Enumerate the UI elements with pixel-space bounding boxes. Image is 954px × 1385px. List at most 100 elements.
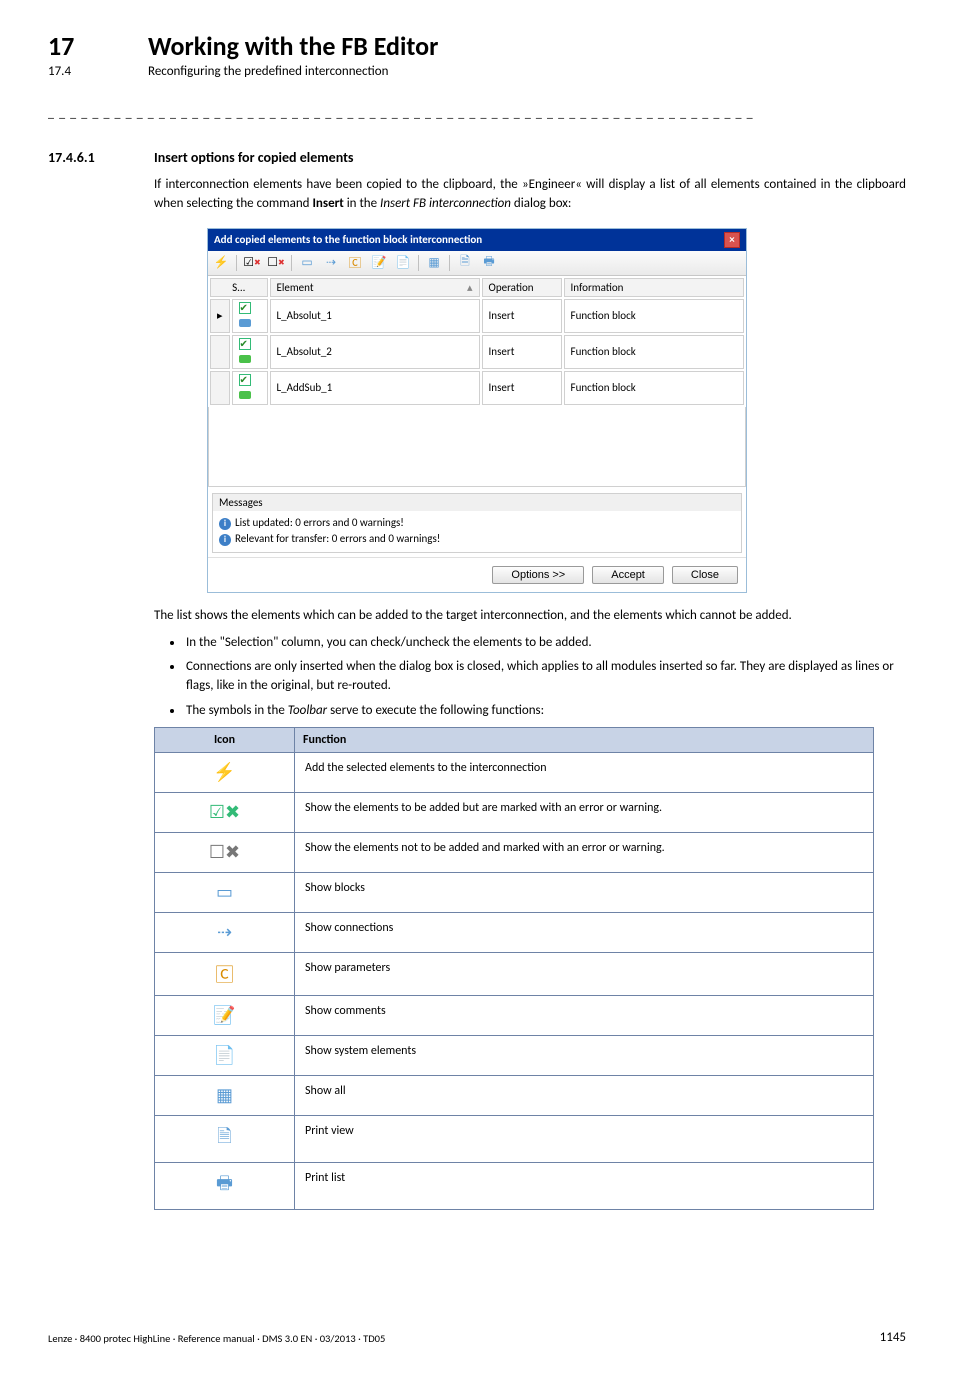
- function-cell: Show connections: [295, 912, 874, 952]
- show-connections-icon: ⇢: [217, 921, 232, 943]
- icon-cell: 📄: [155, 1035, 295, 1075]
- cell-element: L_Absolut_1: [270, 299, 480, 333]
- cell-element: L_Absolut_2: [270, 335, 480, 369]
- icon-cell: ⚡: [155, 752, 295, 792]
- table-row: ⚡ Add the selected elements to the interc…: [155, 752, 874, 792]
- show-add-warning-icon: ☑✖: [209, 801, 240, 823]
- all-icon[interactable]: ▦: [425, 254, 443, 272]
- cell-element: L_AddSub_1: [270, 371, 480, 405]
- b3-post: serve to execute the following functions…: [327, 703, 544, 718]
- th-function: Function: [295, 727, 874, 752]
- paragraph-intro: If interconnection elements have been co…: [154, 176, 906, 214]
- bullet-item: In the "Selection" column, you can check…: [184, 634, 906, 653]
- b3-pre: The symbols in the: [186, 703, 288, 718]
- section-number: 17.4: [48, 64, 108, 79]
- function-cell: Show all: [295, 1075, 874, 1115]
- col-operation[interactable]: Operation: [482, 278, 562, 297]
- toolbar-functions-table: Icon Function ⚡ Add the selected elements…: [154, 727, 874, 1210]
- table-row: 📄Show system elements: [155, 1035, 874, 1075]
- show-notadd-warning-icon: ☐✖: [209, 841, 240, 863]
- print-list-icon[interactable]: 🖶: [480, 254, 498, 272]
- para1-post: dialog box:: [511, 196, 571, 211]
- blocks-icon[interactable]: ▭: [298, 254, 316, 272]
- icon-cell: 🗎: [155, 1115, 295, 1162]
- info-icon: i: [219, 518, 231, 530]
- system-icon[interactable]: 📄: [394, 254, 412, 272]
- function-cell: Show blocks: [295, 872, 874, 912]
- accept-button[interactable]: Accept: [592, 566, 664, 584]
- para1-bold: Insert: [312, 196, 343, 211]
- cell-operation: Insert: [482, 335, 562, 369]
- print-view-icon[interactable]: 🗎: [456, 254, 474, 272]
- col-element[interactable]: Element ▴: [270, 278, 480, 297]
- table-row: ☑✖ Show the elements to be added but are …: [155, 792, 874, 832]
- table-row: ☐✖Show the elements not to be added and …: [155, 832, 874, 872]
- cell-info: Function block: [564, 335, 744, 369]
- footer-text: Lenze · 8400 protec HighLine · Reference…: [48, 1332, 385, 1345]
- comments-icon[interactable]: 📝: [370, 254, 388, 272]
- messages-header: Messages: [213, 494, 741, 511]
- cell-operation: Insert: [482, 371, 562, 405]
- table-row[interactable]: ▸ L_Absolut_1 Insert Function block: [210, 299, 744, 333]
- print-list-icon: 🖶: [216, 1171, 233, 1201]
- show-comments-icon: 📝: [213, 1004, 235, 1026]
- connections-icon[interactable]: ⇢: [322, 254, 340, 272]
- para1-mid: in the: [344, 196, 380, 211]
- message-line: Relevant for transfer: 0 errors and 0 wa…: [235, 532, 440, 545]
- bolt-icon[interactable]: ⚡: [212, 254, 230, 272]
- chapter-number: 17: [48, 30, 108, 62]
- function-cell: Show the elements to be added but are ma…: [295, 792, 874, 832]
- bullet-item: The symbols in the Toolbar serve to exec…: [184, 702, 906, 721]
- status-icon: [239, 355, 251, 363]
- row-checkbox[interactable]: [239, 338, 251, 350]
- icon-cell: 🄲: [155, 952, 295, 995]
- table-row[interactable]: L_AddSub_1 Insert Function block: [210, 371, 744, 405]
- uncheck-error-icon[interactable]: ☐✖: [267, 254, 285, 272]
- check-error-icon[interactable]: ☑✖: [243, 254, 261, 272]
- page-number: 1145: [880, 1330, 906, 1345]
- table-row: ⇢ Show connections: [155, 912, 874, 952]
- function-cell: Show parameters: [295, 952, 874, 995]
- function-cell: Show comments: [295, 995, 874, 1035]
- row-checkbox[interactable]: [239, 374, 251, 386]
- print-view-icon: 🗎: [217, 1124, 231, 1154]
- bullet-item: Connections are only inserted when the d…: [184, 658, 906, 696]
- table-row: 📝 Show comments: [155, 995, 874, 1035]
- icon-cell: ▭: [155, 872, 295, 912]
- th-icon: Icon: [155, 727, 295, 752]
- table-row: 🄲Show parameters: [155, 952, 874, 995]
- parameters-icon[interactable]: 🄲: [346, 254, 364, 272]
- col-selection[interactable]: S...: [210, 278, 268, 297]
- subsection-title: Insert options for copied elements: [154, 149, 354, 166]
- cell-info: Function block: [564, 299, 744, 333]
- messages-panel: Messages iList updated: 0 errors and 0 w…: [212, 493, 742, 553]
- close-icon[interactable]: ×: [724, 232, 740, 248]
- add-selected-icon: ⚡: [213, 761, 235, 783]
- options-button[interactable]: Options >>: [492, 566, 584, 584]
- cell-operation: Insert: [482, 299, 562, 333]
- col-information[interactable]: Information: [564, 278, 744, 297]
- function-cell: Show system elements: [295, 1035, 874, 1075]
- function-cell: Add the selected elements to the interco…: [295, 752, 874, 792]
- elements-grid: S... Element ▴ Operation Information ▸ L…: [208, 276, 746, 407]
- subsection-number: 17.4.6.1: [48, 149, 134, 166]
- dialog-title: Add copied elements to the function bloc…: [214, 233, 482, 246]
- table-row: ▭Show blocks: [155, 872, 874, 912]
- b3-italic: Toolbar: [288, 703, 327, 718]
- icon-cell: ⇢: [155, 912, 295, 952]
- icon-cell: 🖶: [155, 1162, 295, 1209]
- cell-info: Function block: [564, 371, 744, 405]
- para1-italic: Insert FB interconnection: [380, 196, 511, 211]
- paragraph-after-dialog: The list shows the elements which can be…: [154, 607, 906, 626]
- icon-cell: ▦: [155, 1075, 295, 1115]
- table-row: 🗎Print view: [155, 1115, 874, 1162]
- close-button[interactable]: Close: [672, 566, 738, 584]
- function-cell: Print list: [295, 1162, 874, 1209]
- table-row[interactable]: L_Absolut_2 Insert Function block: [210, 335, 744, 369]
- row-checkbox[interactable]: [239, 302, 251, 314]
- table-row: ▦Show all: [155, 1075, 874, 1115]
- divider-dashes: _ _ _ _ _ _ _ _ _ _ _ _ _ _ _ _ _ _ _ _ …: [48, 107, 906, 121]
- section-title: Reconfiguring the predefined interconnec…: [148, 64, 388, 79]
- grid-empty-area: [208, 407, 746, 487]
- chapter-title: Working with the FB Editor: [148, 30, 438, 62]
